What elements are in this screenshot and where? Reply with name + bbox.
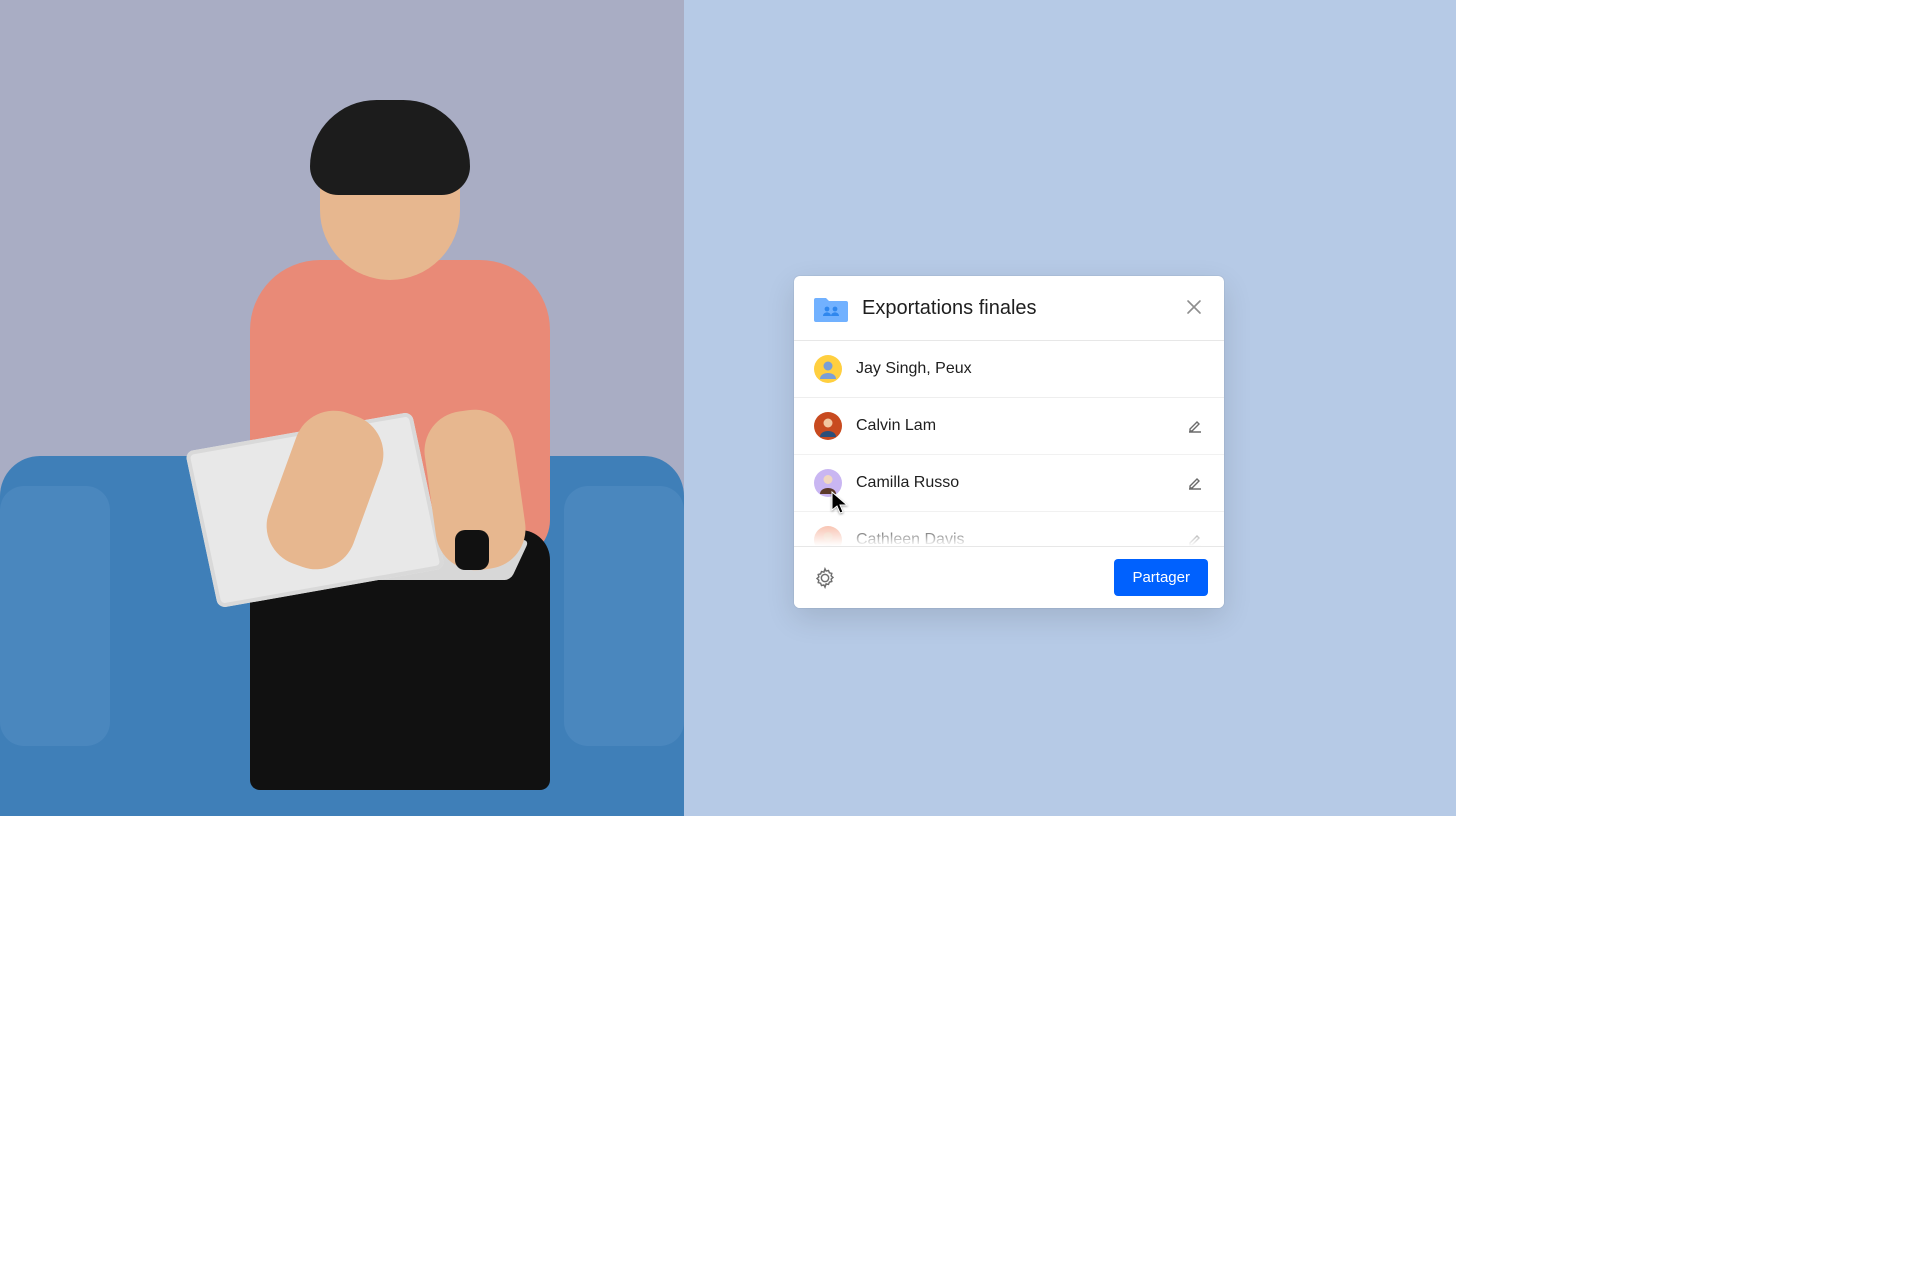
list-item[interactable]: Calvin Lam [794,398,1224,455]
gear-icon [814,567,836,589]
dialog-header: Exportations finales [794,276,1224,341]
list-item[interactable]: Camilla Russo [794,455,1224,512]
dialog-footer: Partager [794,546,1224,608]
promo-background: Exportations finales Calv [684,0,1456,816]
shared-folder-icon [814,294,848,322]
close-button[interactable] [1184,298,1204,318]
dialog-title: Exportations finales [862,297,1170,320]
share-dialog: Exportations finales Calv [794,276,1224,608]
edit-icon[interactable] [1186,474,1204,492]
recipient-input[interactable] [856,360,1204,378]
avatar [814,469,842,497]
avatar [814,412,842,440]
recipient-input-row[interactable] [794,341,1224,398]
input-avatar [814,355,842,383]
person-name: Camilla Russo [856,474,1172,492]
person-name: Calvin Lam [856,417,1172,435]
promo-photo [0,0,684,816]
share-button[interactable]: Partager [1114,559,1208,596]
settings-button[interactable] [810,563,840,593]
suggestion-list: Calvin Lam Camilla Russo [794,398,1224,546]
close-icon [1186,299,1202,318]
edit-icon[interactable] [1186,417,1204,435]
